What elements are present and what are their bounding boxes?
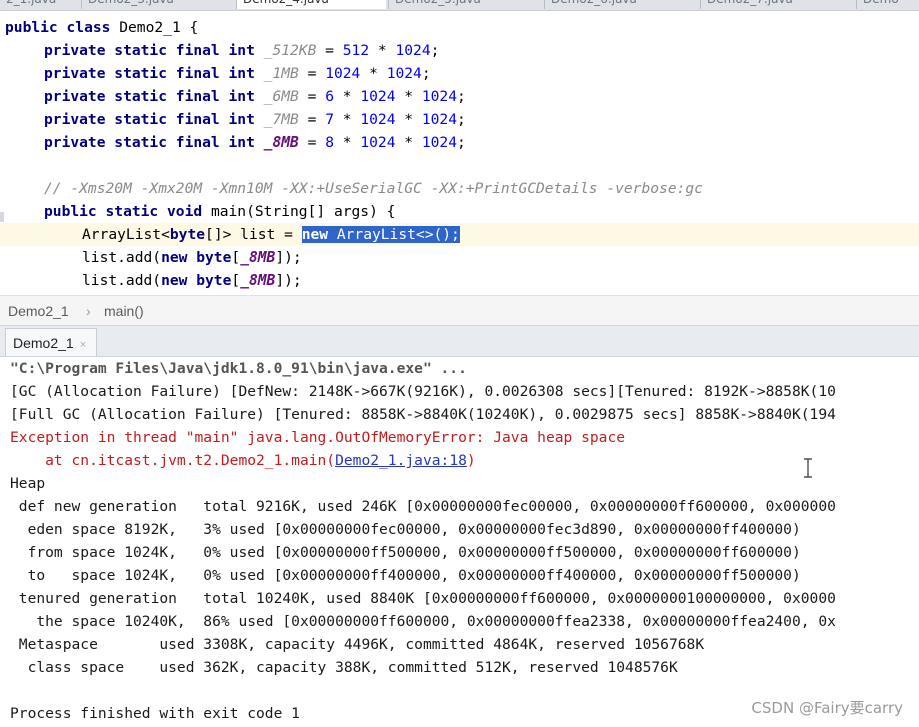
console-line: [Full GC (Allocation Failure) [Tenured: … <box>10 406 836 423</box>
code-line: list.add(new byte[_8MB]); <box>82 272 302 289</box>
breadcrumb-class[interactable]: Demo2_1 <box>8 296 69 326</box>
close-icon[interactable]: × <box>80 339 86 351</box>
console-error-line: Exception in thread "main" java.lang.Out… <box>10 429 626 446</box>
breadcrumb-separator-icon: › <box>86 303 91 319</box>
fold-marker-icon[interactable] <box>0 207 4 222</box>
watermark: CSDN @Fairy要carry <box>751 699 903 717</box>
console-line: from space 1024K, 0% used [0x00000000ff5… <box>10 544 801 561</box>
console-line: Process finished with exit code 1 <box>10 705 300 722</box>
code-line: private static final int _512KB = 512 * … <box>44 42 440 59</box>
source-link[interactable]: Demo2_1.java:18 <box>335 452 467 469</box>
console-line: def new generation total 9216K, used 246… <box>10 498 836 515</box>
code-line: list.add(new byte[_8MB]); <box>82 249 302 266</box>
code-comment: // -Xms20M -Xmx20M -Xmn10M -XX:+UseSeria… <box>44 180 703 197</box>
console-line: to space 1024K, 0% used [0x00000000ff400… <box>10 567 801 584</box>
breadcrumb-method[interactable]: main() <box>104 296 144 326</box>
console-line: Metaspace used 3308K, capacity 4496K, co… <box>10 636 705 653</box>
console-stacktrace-line: at cn.itcast.jvm.t2.Demo2_1.main(Demo2_1… <box>10 452 476 469</box>
editor-tab[interactable]: Demo2_6.java <box>544 0 699 9</box>
editor-tab[interactable]: Demo2_5.java <box>388 0 543 9</box>
editor-tab[interactable]: Demo <box>856 0 919 9</box>
console-output[interactable]: "C:\Program Files\Java\jdk1.8.0_91\bin\j… <box>0 357 919 727</box>
breadcrumb: Demo2_1 › main() <box>0 295 919 325</box>
code-line-current: ArrayList<byte[]> list = new ArrayList<>… <box>0 223 919 246</box>
text-selection: new ArrayList<>(); <box>301 226 460 243</box>
code-line: private static final int _7MB = 7 * 1024… <box>44 111 466 128</box>
code-line: public class Demo2_1 { <box>5 19 199 36</box>
run-tool-window-header: Demo2_1 × <box>0 325 919 357</box>
console-line: Heap <box>10 475 46 492</box>
editor-tab[interactable]: Demo2_7.java <box>700 0 855 9</box>
code-line: private static final int _6MB = 6 * 1024… <box>44 88 466 105</box>
editor-tab[interactable]: Demo2_3.java <box>81 0 236 9</box>
console-line: the space 10240K, 86% used [0x00000000ff… <box>10 613 836 630</box>
console-line: "C:\Program Files\Java\jdk1.8.0_91\bin\j… <box>10 360 467 377</box>
code-line: public static void main(String[] args) { <box>44 203 396 220</box>
code-line: private static final int _1MB = 1024 * 1… <box>44 65 431 82</box>
text-cursor-icon <box>804 458 812 478</box>
console-line: eden space 8192K, 3% used [0x00000000fec… <box>10 521 801 538</box>
editor-tab-active[interactable]: Demo2_4.java <box>236 0 386 9</box>
code-line: private static final int _8MB = 8 * 1024… <box>44 134 466 151</box>
editor-tab[interactable]: 2_1.java <box>0 0 80 9</box>
run-tab[interactable]: Demo2_1 × <box>5 328 98 356</box>
console-line: class space used 362K, capacity 388K, co… <box>10 659 678 676</box>
console-line: tenured generation total 10240K, used 88… <box>10 590 836 607</box>
console-line: [GC (Allocation Failure) [DefNew: 2148K-… <box>10 383 836 400</box>
code-editor[interactable]: public class Demo2_1 { private static fi… <box>0 11 919 295</box>
editor-tab-strip: 2_1.java Demo2_3.java Demo2_4.java Demo2… <box>0 0 919 11</box>
